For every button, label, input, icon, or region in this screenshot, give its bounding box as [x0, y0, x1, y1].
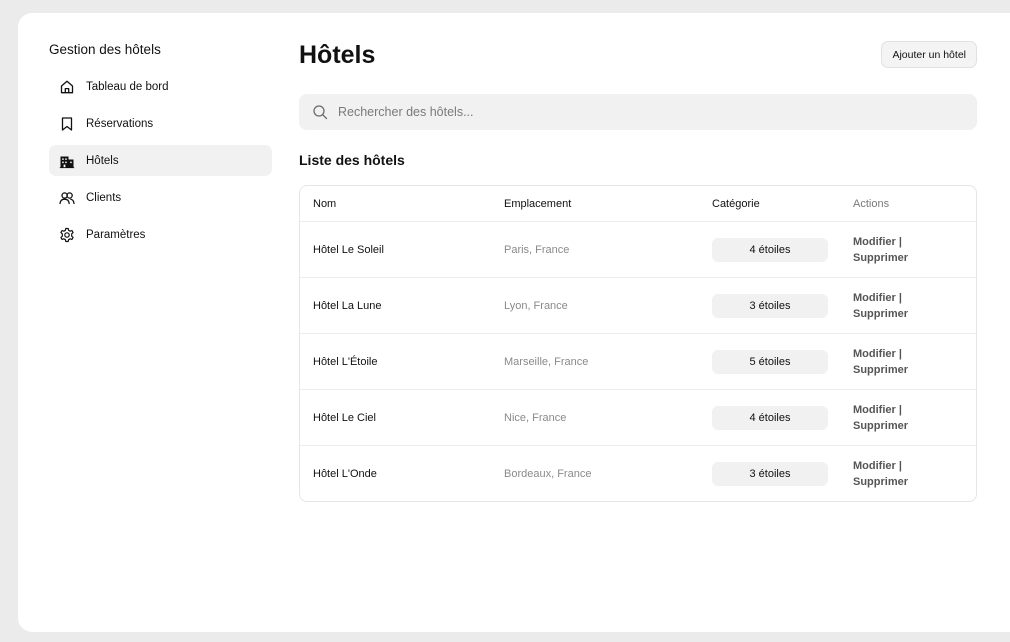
sidebar-item-reservations[interactable]: Réservations	[49, 108, 272, 139]
row-actions: Modifier | Supprimer	[840, 290, 976, 322]
home-icon	[59, 79, 75, 95]
hotel-name: Hôtel Le Soleil	[313, 243, 384, 256]
action-separator: |	[898, 347, 902, 360]
search-icon	[312, 104, 328, 120]
page-title: Hôtels	[299, 41, 376, 69]
row-actions: Modifier | Supprimer	[840, 346, 976, 378]
app-window: Gestion des hôtels Tableau de bord Réser…	[18, 13, 1010, 632]
table-header: Nom Emplacement Catégorie Actions	[300, 186, 976, 222]
category-badge: 4 étoiles	[712, 405, 828, 430]
action-separator: |	[898, 403, 902, 416]
table-row: Hôtel La Lune Lyon, France 3 étoiles Mod…	[300, 278, 976, 334]
hotel-name: Hôtel L'Onde	[313, 467, 377, 480]
category-badge: 3 étoiles	[712, 293, 828, 318]
edit-link[interactable]: Modifier	[853, 292, 896, 304]
hotel-location: Nice, France	[504, 411, 567, 424]
table-row: Hôtel L'Étoile Marseille, France 5 étoil…	[300, 334, 976, 390]
delete-link[interactable]: Supprimer	[853, 252, 908, 264]
action-separator: |	[898, 235, 902, 248]
hotel-location: Marseille, France	[504, 355, 589, 368]
sidebar-item-label: Réservations	[86, 117, 154, 130]
sidebar-nav: Tableau de bord Réservations Hôtels Clie…	[49, 71, 272, 256]
sidebar-item-label: Hôtels	[86, 154, 119, 167]
search-input[interactable]	[336, 104, 940, 120]
action-separator: |	[898, 459, 902, 472]
sidebar-item-dashboard[interactable]: Tableau de bord	[49, 71, 272, 102]
section-title: Liste des hôtels	[299, 152, 405, 168]
table-row: Hôtel Le Ciel Nice, France 4 étoiles Mod…	[300, 390, 976, 446]
category-badge: 3 étoiles	[712, 461, 828, 486]
edit-link[interactable]: Modifier	[853, 460, 896, 472]
column-header-category: Catégorie	[712, 197, 760, 210]
edit-link[interactable]: Modifier	[853, 236, 896, 248]
sidebar-item-label: Tableau de bord	[86, 80, 169, 93]
table-row: Hôtel L'Onde Bordeaux, France 3 étoiles …	[300, 446, 976, 501]
row-actions: Modifier | Supprimer	[840, 458, 976, 490]
users-icon	[59, 190, 75, 206]
action-separator: |	[898, 291, 902, 304]
app-title: Gestion des hôtels	[49, 42, 161, 57]
table-row: Hôtel Le Soleil Paris, France 4 étoiles …	[300, 222, 976, 278]
column-header-location: Emplacement	[504, 197, 572, 210]
sidebar-item-settings[interactable]: Paramètres	[49, 219, 272, 250]
delete-link[interactable]: Supprimer	[853, 476, 908, 488]
hotel-location: Lyon, France	[504, 299, 568, 312]
category-badge: 4 étoiles	[712, 237, 828, 262]
sidebar-item-label: Paramètres	[86, 228, 146, 241]
hotel-name: Hôtel Le Ciel	[313, 411, 376, 424]
building-icon	[59, 153, 75, 169]
bookmark-icon	[59, 116, 75, 132]
gear-icon	[59, 227, 75, 243]
column-header-actions: Actions	[853, 197, 890, 210]
hotels-table: Nom Emplacement Catégorie Actions Hôtel …	[299, 185, 977, 502]
hotel-location: Bordeaux, France	[504, 467, 592, 480]
sidebar-item-label: Clients	[86, 191, 122, 204]
hotel-location: Paris, France	[504, 243, 570, 256]
delete-link[interactable]: Supprimer	[853, 420, 908, 432]
search-bar[interactable]	[299, 94, 977, 130]
sidebar-item-clients[interactable]: Clients	[49, 182, 272, 213]
edit-link[interactable]: Modifier	[853, 348, 896, 360]
column-header-name: Nom	[313, 197, 337, 210]
category-badge: 5 étoiles	[712, 349, 828, 374]
edit-link[interactable]: Modifier	[853, 404, 896, 416]
delete-link[interactable]: Supprimer	[853, 308, 908, 320]
hotel-name: Hôtel La Lune	[313, 299, 382, 312]
row-actions: Modifier | Supprimer	[840, 234, 976, 266]
hotel-name: Hôtel L'Étoile	[313, 355, 378, 368]
row-actions: Modifier | Supprimer	[840, 402, 976, 434]
delete-link[interactable]: Supprimer	[853, 364, 908, 376]
add-hotel-button[interactable]: Ajouter un hôtel	[881, 41, 977, 68]
sidebar-item-hotels[interactable]: Hôtels	[49, 145, 272, 176]
